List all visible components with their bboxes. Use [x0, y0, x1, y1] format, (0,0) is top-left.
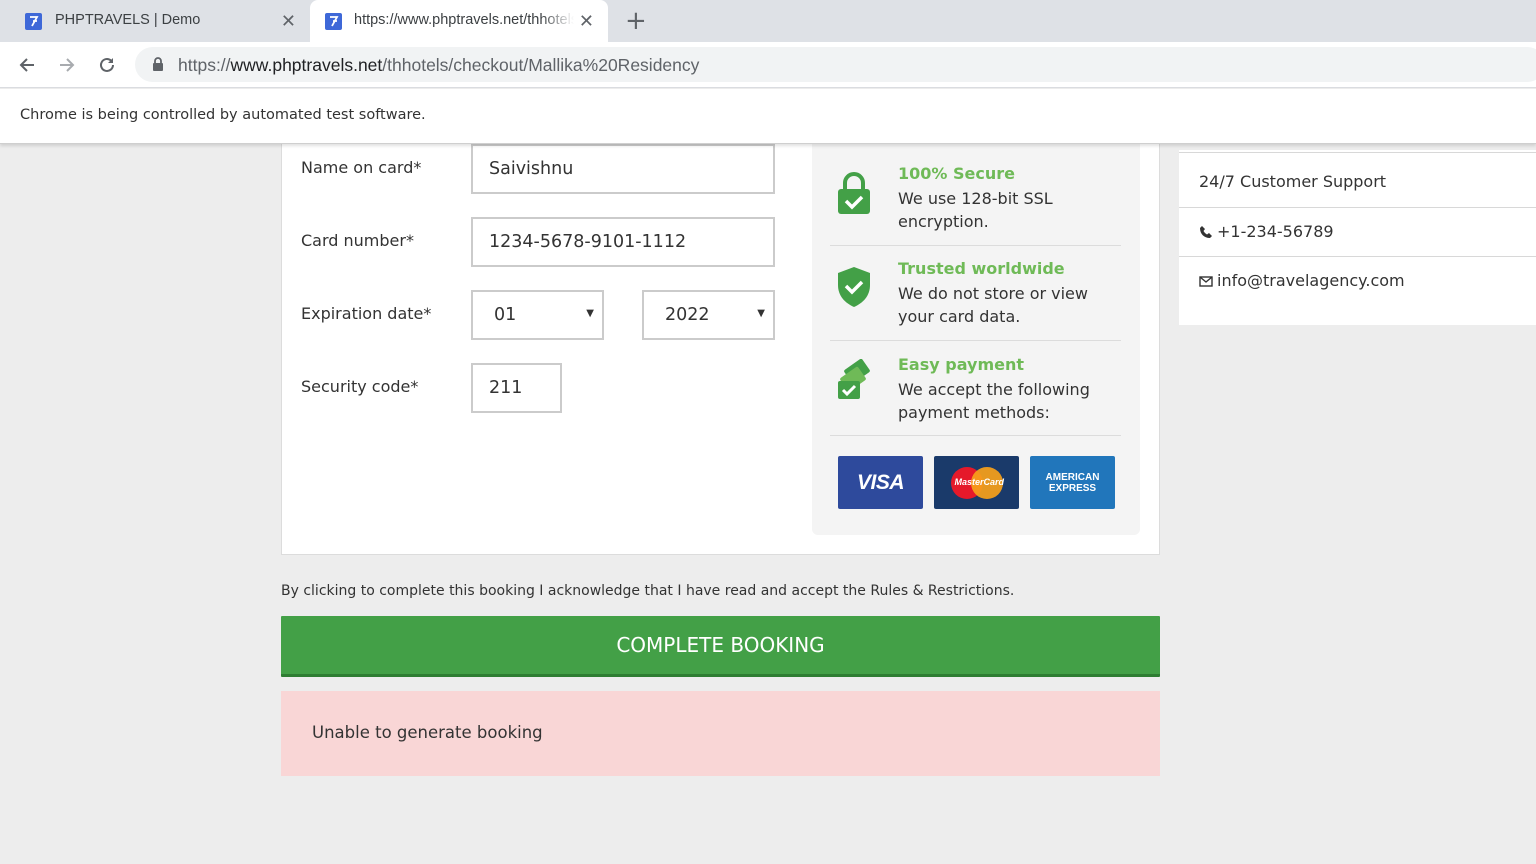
envelope-icon — [1199, 275, 1213, 287]
favicon-icon — [325, 13, 342, 30]
feature-desc: We use 128-bit SSL encryption. — [898, 189, 1053, 231]
card-number-input[interactable]: 1234-5678-9101-1112 — [471, 217, 775, 267]
lock-icon — [153, 57, 163, 71]
security-code-input[interactable]: 211 — [471, 363, 562, 413]
back-arrow-icon[interactable] — [14, 52, 40, 78]
feature-easy-payment: Easy payment We accept the following pay… — [830, 355, 1121, 425]
forward-arrow-icon[interactable] — [54, 52, 80, 78]
reload-icon[interactable] — [94, 52, 120, 78]
complete-booking-button[interactable]: COMPLETE BOOKING — [281, 616, 1160, 677]
divider — [1179, 256, 1536, 257]
amex-text-line2: EXPRESS — [1048, 482, 1097, 494]
expiry-year-select[interactable]: 2022 ▼ — [642, 290, 775, 340]
feature-title: Trusted worldwide — [898, 259, 1065, 278]
divider — [1179, 152, 1536, 153]
customer-support-text: 24/7 Customer Support — [1199, 172, 1387, 191]
card-number-value: 1234-5678-9101-1112 — [489, 232, 687, 252]
mastercard-circles: MasterCard — [950, 466, 1005, 499]
expiry-month-value: 01 — [494, 305, 517, 325]
tab-phptravels-demo[interactable]: PHPTRAVELS | Demo ✕ — [8, 0, 310, 42]
tab-title: https://www.phptravels.net/thhotels/chec… — [354, 12, 574, 28]
security-code-label: Security code* — [301, 377, 419, 396]
expiry-month-select[interactable]: 01 ▼ — [471, 290, 604, 340]
chevron-down-icon: ▼ — [757, 308, 765, 319]
chevron-down-icon: ▼ — [586, 308, 594, 319]
mastercard-text: MasterCard — [954, 476, 1005, 487]
phone-link[interactable]: +1-234-56789 — [1199, 222, 1334, 241]
acknowledgement-text: By clicking to complete this booking I a… — [281, 583, 1015, 599]
feature-desc: We accept the following payment methods: — [898, 380, 1090, 422]
url-text: https://www.phptravels.net/thhotels/chec… — [178, 55, 700, 75]
amex-text-line1: AMERICAN — [1045, 471, 1100, 483]
tab-checkout[interactable]: https://www.phptravels.net/thhotels/chec… — [310, 0, 608, 42]
close-icon[interactable]: ✕ — [281, 11, 296, 31]
card-number-label: Card number* — [301, 231, 414, 250]
address-bar[interactable]: https://www.phptravels.net/thhotels/chec… — [135, 47, 1536, 82]
expiry-year-value: 2022 — [665, 305, 710, 325]
feature-secure: 100% Secure We use 128-bit SSL encryptio… — [830, 164, 1121, 234]
mastercard-logo: MasterCard — [934, 456, 1019, 509]
name-on-card-value: Saivishnu — [489, 159, 574, 179]
feature-title: 100% Secure — [898, 164, 1015, 183]
padlock-check-icon — [838, 172, 870, 214]
feature-desc: We do not store or view your card data. — [898, 284, 1088, 326]
amex-card-logo: AMERICAN EXPRESS — [1030, 456, 1115, 509]
feature-title: Easy payment — [898, 355, 1024, 374]
infobar-text: Chrome is being controlled by automated … — [20, 107, 426, 123]
divider — [830, 245, 1121, 246]
automation-infobar: Chrome is being controlled by automated … — [0, 89, 1536, 144]
browser-toolbar: https://www.phptravels.net/thhotels/chec… — [0, 42, 1536, 88]
shield-check-icon — [838, 267, 870, 307]
divider — [830, 340, 1121, 341]
feature-trusted: Trusted worldwide We do not store or vie… — [830, 259, 1121, 329]
name-on-card-label: Name on card* — [301, 158, 422, 177]
tab-strip: PHPTRAVELS | Demo ✕ https://www.phptrave… — [0, 0, 1536, 42]
email-address: info@travelagency.com — [1217, 271, 1405, 290]
expiration-date-label: Expiration date* — [301, 304, 432, 323]
cards-check-icon — [838, 359, 870, 399]
security-code-value: 211 — [489, 378, 523, 398]
visa-card-logo: VISA — [838, 456, 923, 509]
email-link[interactable]: info@travelagency.com — [1199, 271, 1405, 290]
close-icon[interactable]: ✕ — [579, 11, 594, 31]
phone-icon — [1200, 225, 1212, 238]
tab-title: PHPTRAVELS | Demo — [55, 12, 201, 28]
divider — [830, 435, 1121, 436]
error-alert: Unable to generate booking — [281, 691, 1160, 776]
phone-number: +1-234-56789 — [1217, 222, 1334, 241]
divider — [1179, 207, 1536, 208]
name-on-card-input[interactable]: Saivishnu — [471, 144, 775, 194]
error-message: Unable to generate booking — [312, 723, 543, 742]
visa-text: VISA — [856, 470, 905, 494]
favicon-icon — [25, 13, 42, 30]
plus-icon[interactable]: + — [625, 8, 647, 34]
